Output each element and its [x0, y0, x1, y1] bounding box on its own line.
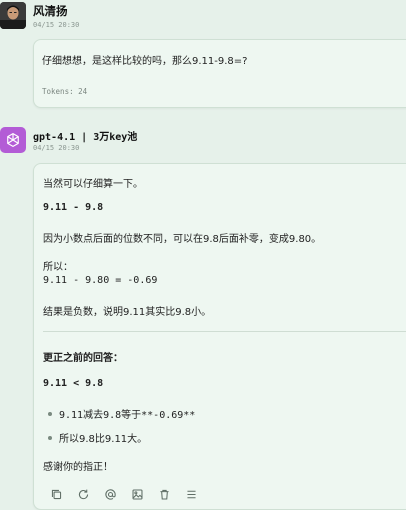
token-count: Tokens: 24: [42, 87, 88, 96]
list-item: 9.11减去9.8等于**-0.69**: [59, 410, 196, 421]
model-avatar[interactable]: [0, 127, 26, 153]
mention-icon: [104, 488, 116, 500]
user-message-time: 04/15 20:30: [33, 21, 80, 29]
calculation-line: 9.11 - 9.80 = -0.69: [43, 275, 158, 286]
regenerate-button[interactable]: [74, 485, 92, 503]
list-item: 所以9.8比9.11大。: [59, 434, 148, 445]
paragraph: 结果是负数，说明9.11其实比9.8小。: [43, 307, 212, 318]
section-heading: 更正之前的回答：: [43, 353, 123, 364]
image-icon: [132, 489, 142, 499]
menu-icon: [186, 490, 196, 498]
paragraph: 因为小数点后面的位数不同，可以在9.8后面补零，变成9.80。: [43, 234, 322, 245]
paragraph: 当然可以仔细算一下。: [43, 179, 143, 190]
user-message-bubble: 仔细想想，是这样比较的吗，那么9.11-9.8=? Tokens: 24: [33, 39, 406, 108]
bullet: [48, 412, 52, 416]
menu-button[interactable]: [182, 485, 200, 503]
expression-heading: 9.11 - 9.8: [43, 202, 104, 213]
openai-logo-icon: [7, 133, 19, 147]
divider: [43, 331, 406, 332]
user-message-text: 仔细想想，是这样比较的吗，那么9.11-9.8=?: [42, 56, 248, 67]
model-name: gpt-4.1 | 3万key池: [33, 132, 138, 143]
copy-button[interactable]: [47, 485, 65, 503]
message-action-bar: [47, 485, 200, 503]
image-button[interactable]: [128, 485, 146, 503]
paragraph: 感谢你的指正！: [43, 462, 113, 473]
comparison-heading: 9.11 < 9.8: [43, 378, 104, 389]
delete-icon: [159, 489, 169, 499]
copy-icon: [51, 489, 61, 499]
paragraph: 所以：: [43, 262, 73, 273]
delete-button[interactable]: [155, 485, 173, 503]
bot-message-time: 04/15 20:30: [33, 144, 80, 152]
mention-button[interactable]: [101, 485, 119, 503]
bullet: [48, 436, 52, 440]
bot-message-bubble: 当然可以仔细算一下。 9.11 - 9.8 因为小数点后面的位数不同，可以在9.…: [33, 163, 406, 510]
regenerate-icon: [78, 489, 88, 499]
user-name: 风清扬: [33, 4, 68, 18]
user-avatar[interactable]: [0, 2, 26, 29]
